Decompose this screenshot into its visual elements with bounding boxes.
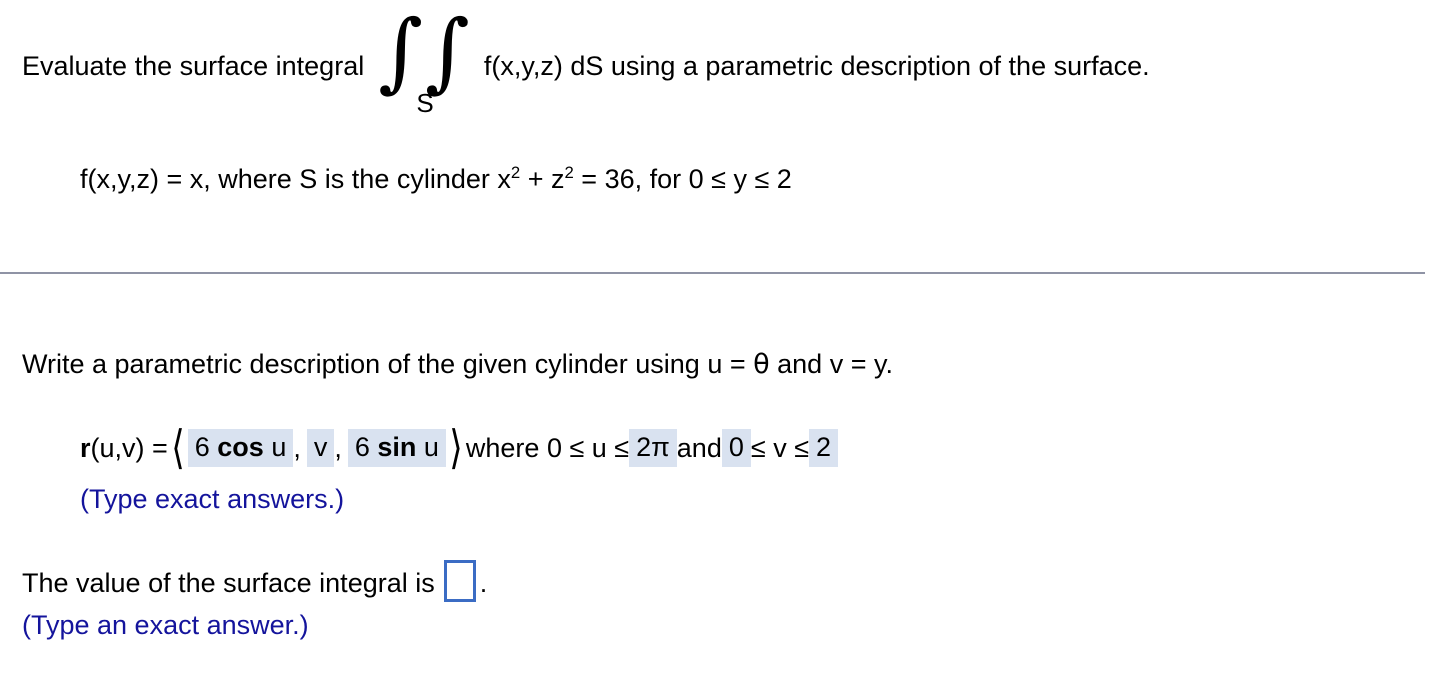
v-lower-bound-input[interactable]: 0 xyxy=(721,429,751,467)
parametric-prompt-text-2: and v = y. xyxy=(769,349,893,379)
component-z-input[interactable]: 6 sin u xyxy=(347,429,446,467)
theta-symbol: θ xyxy=(753,349,770,380)
problem-intro-text: Evaluate the surface integral xyxy=(22,51,365,81)
close-angle-bracket-icon: ⟩ xyxy=(449,419,463,474)
open-angle-bracket-icon: ⟨ xyxy=(171,419,185,474)
function-tail-text: = 36, for 0 ≤ y ≤ 2 xyxy=(573,164,792,194)
section-divider xyxy=(0,272,1425,274)
parametric-answer-line: r (u,v) = ⟨ 6 cos u , v , 6 sin u ⟩ where… xyxy=(80,419,839,474)
z-exponent: 2 xyxy=(564,163,574,182)
function-definition-line: f(x,y,z) = x, where S is the cylinder x2… xyxy=(80,163,792,194)
component-y-input[interactable]: v xyxy=(306,429,335,467)
double-integral-symbol-group: ∫∫ S xyxy=(378,2,472,118)
component-x-input[interactable]: 6 cos u xyxy=(187,429,294,467)
and-text: and xyxy=(676,432,722,463)
component-comma-2: , xyxy=(334,432,342,463)
note-type-an-exact-answer: (Type an exact answer.) xyxy=(22,610,309,640)
worksheet-page: Evaluate the surface integral ∫∫ S f(x,y… xyxy=(0,0,1432,700)
v-upper-bound-input[interactable]: 2 xyxy=(809,429,839,467)
parametric-prompt: Write a parametric description of the gi… xyxy=(22,349,893,380)
note-type-exact-answers: (Type exact answers.) xyxy=(80,484,345,514)
double-integral-icon: ∫∫ xyxy=(378,2,472,102)
parametric-prompt-text-1: Write a parametric description of the gi… xyxy=(22,349,754,379)
integral-subscript-surface: S xyxy=(416,87,434,118)
problem-intro-tail-text: f(x,y,z) dS using a parametric descripti… xyxy=(483,51,1150,81)
function-definition-text: f(x,y,z) = x, where S is the cylinder x xyxy=(80,164,511,194)
component-comma-1: , xyxy=(293,432,301,463)
problem-statement: Evaluate the surface integral ∫∫ S f(x,y… xyxy=(22,9,1150,116)
surface-integral-answer-input[interactable] xyxy=(443,560,476,602)
final-answer-period: . xyxy=(479,567,488,598)
v-range-text: ≤ v ≤ xyxy=(750,432,810,463)
function-middle-text: + z xyxy=(520,164,565,194)
final-answer-prompt-text: The value of the surface integral is xyxy=(22,567,435,598)
u-upper-bound-input[interactable]: 2π xyxy=(629,429,677,467)
where-u-range-text: where 0 ≤ u ≤ xyxy=(465,432,630,463)
x-exponent: 2 xyxy=(510,163,521,182)
vector-r-arguments: (u,v) = xyxy=(90,432,168,463)
final-answer-line: The value of the surface integral is . xyxy=(22,560,488,604)
vector-r-label: r xyxy=(80,432,91,463)
